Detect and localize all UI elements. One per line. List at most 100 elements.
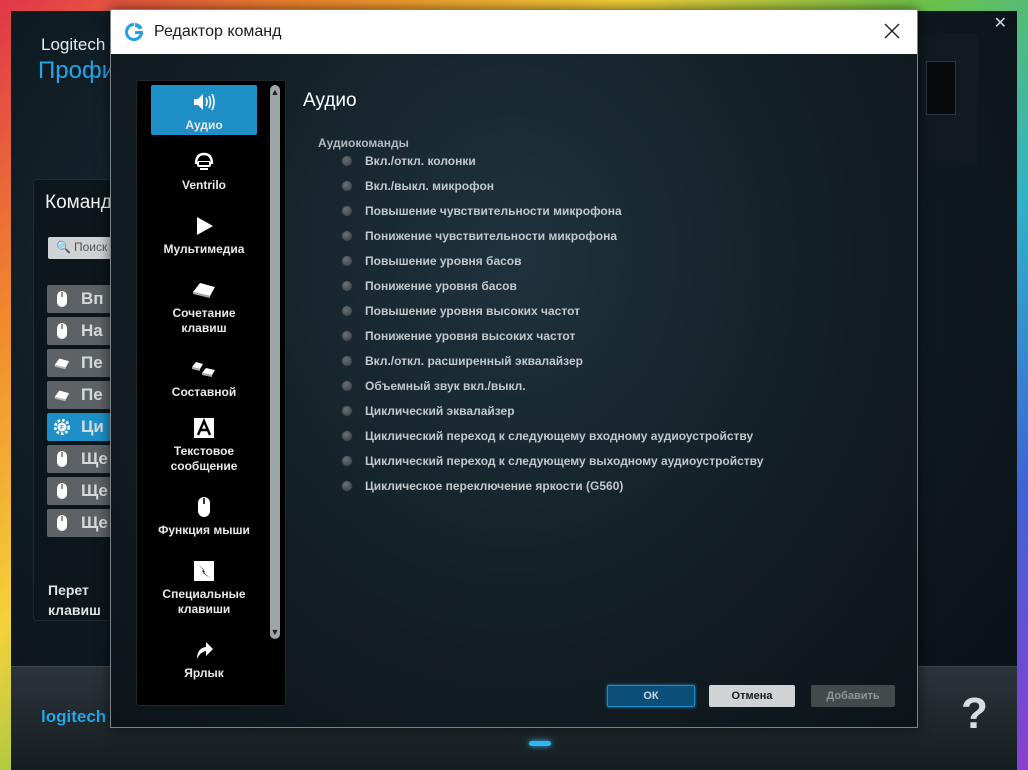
- logitech-logo: logitech: [41, 707, 107, 726]
- svg-text:F: F: [60, 425, 64, 432]
- dialog-title: Редактор команд: [154, 23, 282, 40]
- command-option[interactable]: Циклическое переключение яркости (G560): [341, 477, 623, 495]
- command-option-label: Вкл./откл. расширенный эквалайзер: [365, 354, 583, 368]
- radio-button[interactable]: [341, 280, 353, 292]
- logitech-g-logo-icon: [125, 23, 143, 41]
- command-option[interactable]: Вкл./выкл. микрофон: [341, 177, 494, 195]
- speaker-icon: [191, 89, 217, 115]
- radio-button[interactable]: [341, 455, 353, 467]
- radio-button[interactable]: [341, 255, 353, 267]
- close-icon[interactable]: [881, 20, 903, 42]
- command-option[interactable]: Повышение уровня высоких частот: [341, 302, 580, 320]
- command-option[interactable]: Понижение уровня басов: [341, 277, 517, 295]
- category-label: Ярлык: [184, 666, 224, 680]
- command-option[interactable]: Повышение уровня басов: [341, 252, 522, 270]
- group-label: Аудиокоманды: [318, 136, 409, 150]
- key-icon: [53, 384, 71, 406]
- command-row-label: Ще: [81, 449, 108, 468]
- radio-button[interactable]: [341, 180, 353, 192]
- category-mouse-function[interactable]: Функция мыши: [151, 494, 257, 538]
- radio-button[interactable]: [341, 230, 353, 242]
- category-special-keys[interactable]: Специальные клавиши: [151, 558, 257, 617]
- key-icon: [53, 352, 71, 374]
- profile-label: Профи: [38, 57, 116, 84]
- scroll-up-icon[interactable]: ▲: [270, 87, 280, 97]
- key-icon: [191, 277, 217, 303]
- radio-button[interactable]: [341, 380, 353, 392]
- command-option-label: Циклический эквалайзер: [365, 404, 515, 418]
- command-row-label: Ще: [81, 481, 108, 500]
- command-row-label: Вп: [81, 289, 104, 308]
- app-brand: Logitech: [41, 35, 106, 54]
- category-scrollbar[interactable]: ▲ ▼: [268, 85, 282, 639]
- category-label-line: сообщение: [170, 459, 238, 473]
- command-option[interactable]: Понижение уровня высоких частот: [341, 327, 575, 345]
- commands-panel-title: Команд: [45, 192, 112, 213]
- commands-panel: Команд 🔍 Поиск Вп На Пе Пе F Ци Ще Ще Ще П…: [33, 179, 128, 621]
- ok-button[interactable]: ОК: [607, 685, 695, 707]
- radio-button[interactable]: [341, 405, 353, 417]
- section-title: Аудио: [303, 90, 357, 111]
- command-row-label: Пе: [81, 353, 103, 372]
- command-option-label: Повышение уровня высоких частот: [365, 304, 580, 318]
- category-label-line: клавиши: [177, 602, 231, 616]
- category-label-line: Специальные: [162, 587, 246, 601]
- category-shortcut[interactable]: Ярлык: [151, 637, 257, 681]
- cancel-button[interactable]: Отмена: [709, 685, 795, 707]
- category-key-combination[interactable]: Сочетание клавиш: [151, 277, 257, 336]
- command-option[interactable]: Объемный звук вкл./выкл.: [341, 377, 526, 395]
- radio-button[interactable]: [341, 205, 353, 217]
- command-option-label: Понижение уровня высоких частот: [365, 329, 576, 343]
- category-label: Ventrilo: [181, 178, 226, 192]
- command-option[interactable]: Повышение чувствительности микрофона: [341, 202, 622, 220]
- category-label: Текстовое сообщение: [171, 444, 238, 474]
- command-option-label: Циклический переход к следующему входном…: [365, 429, 754, 443]
- command-option-label: Понижение уровня басов: [365, 279, 517, 293]
- commands-panel-footer: Перет клавиш: [48, 580, 101, 620]
- command-option[interactable]: Вкл./откл. колонки: [341, 152, 476, 170]
- command-option[interactable]: Циклический эквалайзер: [341, 402, 515, 420]
- command-option[interactable]: Циклический переход к следующему входном…: [341, 427, 753, 445]
- command-option[interactable]: Циклический переход к следующему выходно…: [341, 452, 763, 470]
- radio-button[interactable]: [341, 330, 353, 342]
- active-indicator: [529, 741, 551, 746]
- scroll-down-icon[interactable]: ▼: [270, 627, 280, 637]
- radio-button[interactable]: [341, 480, 353, 492]
- help-button[interactable]: ?: [961, 689, 988, 739]
- footer-line: клавиш: [48, 602, 101, 618]
- app-close-button[interactable]: ✕: [994, 13, 1007, 33]
- headset-icon: [191, 149, 217, 175]
- command-option-label: Повышение чувствительности микрофона: [365, 204, 622, 218]
- device-preview-slot: [926, 61, 956, 115]
- play-icon: [191, 213, 217, 239]
- category-ventrilo[interactable]: Ventrilo: [151, 149, 257, 193]
- search-icon: 🔍: [56, 240, 71, 254]
- category-composite[interactable]: Составной: [151, 356, 257, 400]
- category-label: Мультимедиа: [163, 242, 245, 256]
- radio-button[interactable]: [341, 430, 353, 442]
- command-option[interactable]: Понижение чувствительности микрофона: [341, 227, 617, 245]
- mouse-icon: [53, 320, 71, 342]
- command-option[interactable]: Вкл./откл. расширенный эквалайзер: [341, 352, 583, 370]
- category-text-message[interactable]: Текстовое сообщение: [151, 415, 257, 474]
- category-label: Специальные клавиши: [162, 587, 245, 617]
- category-label-line: Текстовое: [173, 444, 235, 458]
- mouse-icon: [53, 480, 71, 502]
- command-option-label: Вкл./выкл. микрофон: [365, 179, 495, 193]
- scrollbar-thumb[interactable]: [270, 85, 280, 639]
- gear-icon: F: [53, 416, 71, 438]
- add-button[interactable]: Добавить: [811, 685, 895, 707]
- command-option-label: Циклическое переключение яркости (G560): [365, 479, 624, 493]
- command-editor-dialog: Редактор команд Аудио Ventrilo Мультимед…: [110, 9, 918, 728]
- command-row-label: Ци: [81, 417, 104, 436]
- category-audio[interactable]: Аудио: [151, 85, 257, 135]
- radio-button[interactable]: [341, 355, 353, 367]
- radio-button[interactable]: [341, 155, 353, 167]
- device-preview-box: [916, 33, 978, 167]
- radio-button[interactable]: [341, 305, 353, 317]
- category-label: Сочетание клавиш: [172, 306, 235, 336]
- command-row-label: Ще: [81, 513, 108, 532]
- category-multimedia[interactable]: Мультимедиа: [151, 213, 257, 257]
- command-row-label: На: [81, 321, 103, 340]
- dialog-body: Аудио Ventrilo Мультимедиа Сочетание клав…: [111, 54, 917, 727]
